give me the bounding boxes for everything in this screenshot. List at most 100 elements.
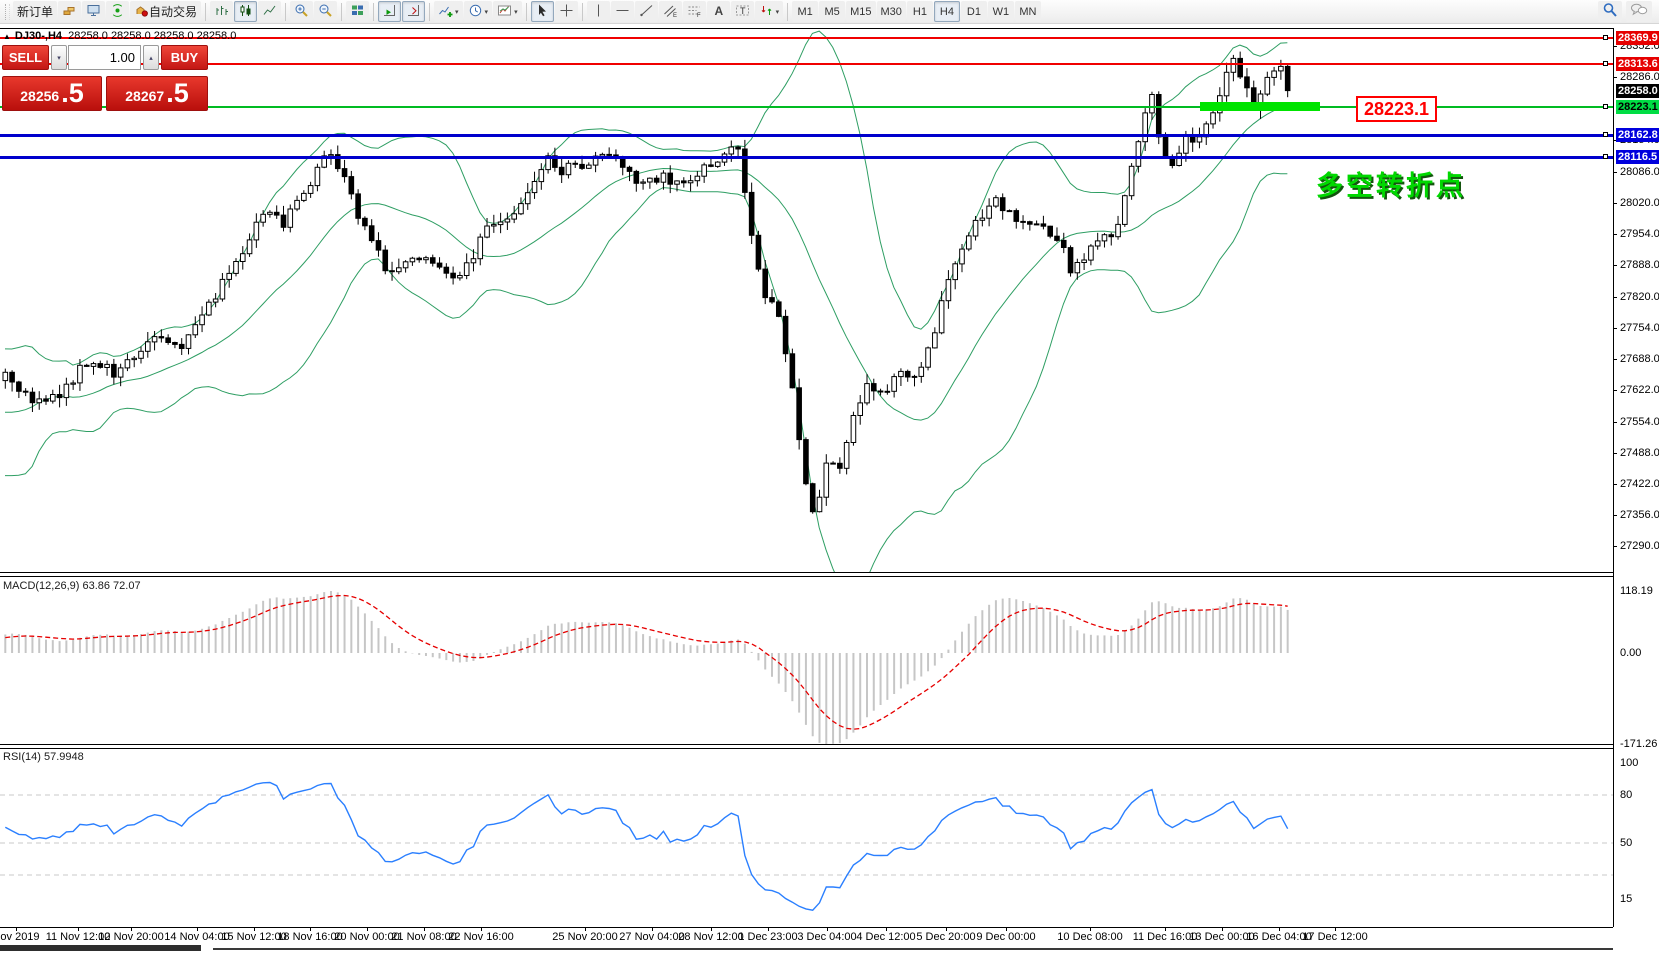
price-axis-label: 27954.0 bbox=[1620, 228, 1659, 240]
candle-body bbox=[1150, 95, 1155, 113]
signal-button[interactable] bbox=[106, 1, 129, 22]
timeframe-w1-button[interactable]: W1 bbox=[988, 1, 1014, 22]
timeframe-h1-button[interactable]: H1 bbox=[907, 1, 933, 22]
candle-body bbox=[1095, 241, 1100, 246]
timeframe-m30-button[interactable]: M30 bbox=[877, 1, 906, 22]
candle-body bbox=[1143, 113, 1148, 142]
fibonacci-button[interactable]: F bbox=[683, 1, 706, 22]
candle-body bbox=[240, 254, 245, 262]
text-label-button[interactable]: T bbox=[731, 1, 754, 22]
zoom-in-icon bbox=[294, 3, 309, 21]
candle-body bbox=[1075, 263, 1080, 273]
period-button[interactable]: ▾ bbox=[464, 1, 493, 22]
panel-separator[interactable] bbox=[0, 748, 1613, 749]
add-indicator-button[interactable]: ▾ bbox=[434, 1, 463, 22]
chat-button[interactable] bbox=[1626, 1, 1652, 22]
candle-body bbox=[715, 162, 720, 166]
price-level-line-red[interactable] bbox=[0, 63, 1613, 65]
crosshair-button[interactable] bbox=[555, 1, 578, 22]
horizontal-scrollbar-track[interactable] bbox=[213, 948, 1613, 950]
panel-separator[interactable] bbox=[0, 572, 1613, 573]
market-watch-button[interactable] bbox=[82, 1, 105, 22]
horizontal-line-button[interactable] bbox=[611, 1, 634, 22]
new-order-label: 新订单 bbox=[17, 3, 53, 20]
volume-increase-button[interactable]: ▴ bbox=[143, 45, 159, 70]
price-level-line-blue[interactable] bbox=[0, 156, 1613, 159]
rsi-panel[interactable] bbox=[0, 749, 1613, 927]
auto-trading-button[interactable]: 自动交易 bbox=[130, 1, 201, 22]
timeframe-m5-button[interactable]: M5 bbox=[819, 1, 845, 22]
candle-body bbox=[790, 354, 795, 388]
candle-body bbox=[478, 237, 483, 259]
candle-body bbox=[566, 163, 571, 174]
candle-body bbox=[851, 416, 856, 443]
equidistant-channel-button[interactable]: E bbox=[659, 1, 682, 22]
rsi-axis-label: 15 bbox=[1620, 893, 1632, 905]
horizontal-scrollbar-thumb[interactable] bbox=[0, 945, 201, 951]
candle-body bbox=[30, 392, 35, 403]
svg-text:F: F bbox=[697, 13, 701, 18]
zoom-out-button[interactable] bbox=[314, 1, 337, 22]
candle-body bbox=[994, 198, 999, 206]
volume-input[interactable] bbox=[68, 45, 141, 70]
buy-button[interactable]: BUY bbox=[161, 45, 208, 70]
chart-shift-button[interactable] bbox=[402, 1, 425, 22]
tile-windows-button[interactable] bbox=[346, 1, 369, 22]
toolbar-drag-handle[interactable] bbox=[5, 4, 10, 20]
vertical-line-button[interactable] bbox=[587, 1, 610, 22]
candle-body bbox=[383, 250, 388, 271]
time-axis-label: 27 Nov 04:00 bbox=[619, 931, 684, 943]
candle-body bbox=[627, 167, 632, 171]
panel-separator[interactable] bbox=[0, 576, 1613, 577]
search-button[interactable] bbox=[1598, 1, 1622, 22]
template-button[interactable]: ▾ bbox=[493, 1, 522, 22]
line-endpoint-marker[interactable] bbox=[1603, 35, 1608, 40]
time-axis-label: 21 Nov 08:00 bbox=[391, 931, 456, 943]
candlestick-chart-button[interactable] bbox=[234, 1, 257, 22]
candle-body bbox=[783, 316, 788, 353]
timeframe-m1-button[interactable]: M1 bbox=[792, 1, 818, 22]
macd-panel[interactable] bbox=[0, 577, 1613, 744]
candle-body bbox=[1055, 236, 1060, 240]
line-endpoint-marker[interactable] bbox=[1603, 132, 1608, 137]
line-endpoint-marker[interactable] bbox=[1603, 154, 1608, 159]
volume-decrease-button[interactable]: ▾ bbox=[51, 45, 67, 70]
candle-body bbox=[878, 391, 883, 392]
trendline-button[interactable] bbox=[635, 1, 658, 22]
candle-body bbox=[363, 218, 368, 226]
price-level-line-red[interactable] bbox=[0, 37, 1613, 39]
line-endpoint-marker[interactable] bbox=[1603, 104, 1608, 109]
candle-body bbox=[763, 269, 768, 298]
timeframe-m15-button[interactable]: M15 bbox=[846, 1, 875, 22]
chart-shift-icon bbox=[406, 3, 421, 21]
sell-button[interactable]: SELL bbox=[2, 45, 49, 70]
new-order-button[interactable]: 新订单 bbox=[13, 1, 57, 22]
dropdown-caret-icon: ▾ bbox=[485, 8, 489, 16]
auto-scroll-button[interactable] bbox=[378, 1, 401, 22]
line-chart-icon bbox=[262, 3, 277, 21]
chinese-annotation[interactable]: 多空转折点 bbox=[1316, 164, 1466, 203]
auto-trading-label: 自动交易 bbox=[149, 3, 197, 20]
zoom-in-button[interactable] bbox=[290, 1, 313, 22]
green-highlight-bar[interactable] bbox=[1200, 102, 1320, 111]
timeframe-h4-button[interactable]: H4 bbox=[934, 1, 960, 22]
text-button[interactable]: A bbox=[707, 1, 730, 22]
candle-body bbox=[987, 206, 992, 218]
collapse-icon[interactable]: ▲ bbox=[3, 32, 11, 41]
candle-body bbox=[492, 225, 497, 226]
timeframe-mn-button[interactable]: MN bbox=[1015, 1, 1041, 22]
arrows-button[interactable]: ▾ bbox=[755, 1, 784, 22]
bar-chart-button[interactable] bbox=[210, 1, 233, 22]
panel-separator[interactable] bbox=[0, 744, 1613, 745]
history-center-button[interactable] bbox=[58, 1, 81, 22]
line-chart-button[interactable] bbox=[258, 1, 281, 22]
line-endpoint-marker[interactable] bbox=[1603, 61, 1608, 66]
timeframe-d1-button[interactable]: D1 bbox=[961, 1, 987, 22]
macd-axis-label: -171.26 bbox=[1620, 738, 1657, 750]
buy-price-box[interactable]: 28267.5 bbox=[106, 76, 208, 111]
sell-price-box[interactable]: 28256.5 bbox=[2, 76, 102, 111]
price-annotation-box[interactable]: 28223.1 bbox=[1356, 96, 1437, 122]
price-level-line-blue[interactable] bbox=[0, 134, 1613, 137]
cursor-button[interactable] bbox=[531, 1, 554, 22]
clock-icon bbox=[468, 3, 483, 21]
